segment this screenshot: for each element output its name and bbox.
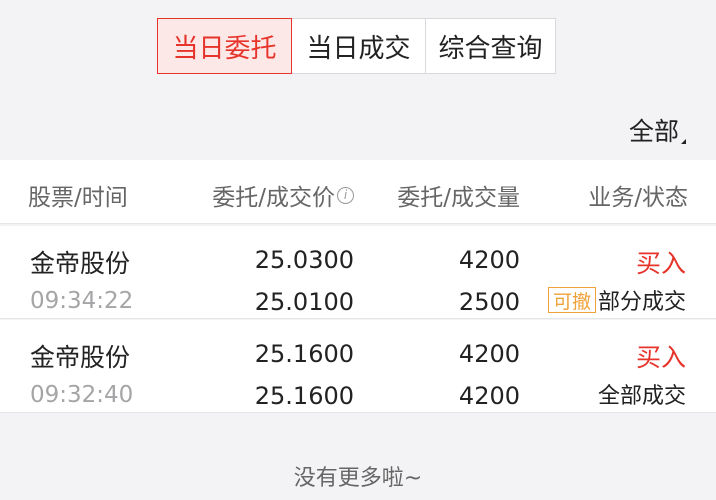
filter-label: 全部 bbox=[628, 117, 679, 146]
tab-summary-query[interactable]: 综合查询 bbox=[426, 19, 555, 73]
header-price-label: 委托/成交价 bbox=[212, 185, 335, 211]
deal-qty: 2500 bbox=[458, 288, 520, 316]
stock-name: 金帝股份 bbox=[30, 343, 131, 372]
order-time: 09:34:22 bbox=[30, 288, 134, 314]
filter-dropdown[interactable]: 全部 bbox=[629, 112, 686, 148]
header-price: 委托/成交价 i bbox=[212, 178, 354, 212]
cancel-tag-button[interactable]: 可撤 bbox=[547, 287, 596, 313]
order-qty: 4200 bbox=[458, 340, 520, 368]
deal-price: 25.1600 bbox=[254, 382, 354, 410]
header-qty: 委托/成交量 bbox=[397, 185, 520, 211]
order-qty: 4200 bbox=[458, 246, 520, 274]
order-tabs: 当日委托 当日成交 综合查询 bbox=[157, 18, 556, 74]
table-header: 股票/时间 委托/成交价 i 委托/成交量 业务/状态 bbox=[0, 160, 716, 224]
trade-side: 买入 bbox=[635, 343, 686, 372]
status-group: 全部成交 bbox=[598, 378, 686, 410]
header-status: 业务/状态 bbox=[588, 185, 688, 211]
no-more-hint: 没有更多啦~ bbox=[293, 466, 423, 491]
order-price: 25.1600 bbox=[254, 340, 354, 368]
status-group: 可撤 部分成交 bbox=[547, 284, 686, 316]
order-status: 全部成交 bbox=[597, 384, 686, 409]
tab-today-deals[interactable]: 当日成交 bbox=[292, 19, 426, 73]
table-row[interactable]: 金帝股份 09:32:40 25.1600 25.1600 4200 4200 … bbox=[0, 320, 716, 413]
deal-price: 25.0100 bbox=[254, 288, 354, 316]
info-icon[interactable]: i bbox=[337, 186, 354, 204]
deal-qty: 4200 bbox=[458, 382, 520, 410]
stock-name: 金帝股份 bbox=[30, 249, 131, 278]
table-row[interactable]: 金帝股份 09:34:22 25.0300 25.0100 4200 2500 … bbox=[0, 226, 716, 319]
order-status: 部分成交 bbox=[597, 290, 686, 315]
tab-today-orders[interactable]: 当日委托 bbox=[157, 18, 292, 74]
order-price: 25.0300 bbox=[254, 246, 354, 274]
caret-down-icon bbox=[681, 139, 686, 144]
header-stock-time: 股票/时间 bbox=[28, 185, 128, 211]
order-time: 09:32:40 bbox=[30, 382, 134, 408]
trade-side: 买入 bbox=[635, 249, 686, 278]
